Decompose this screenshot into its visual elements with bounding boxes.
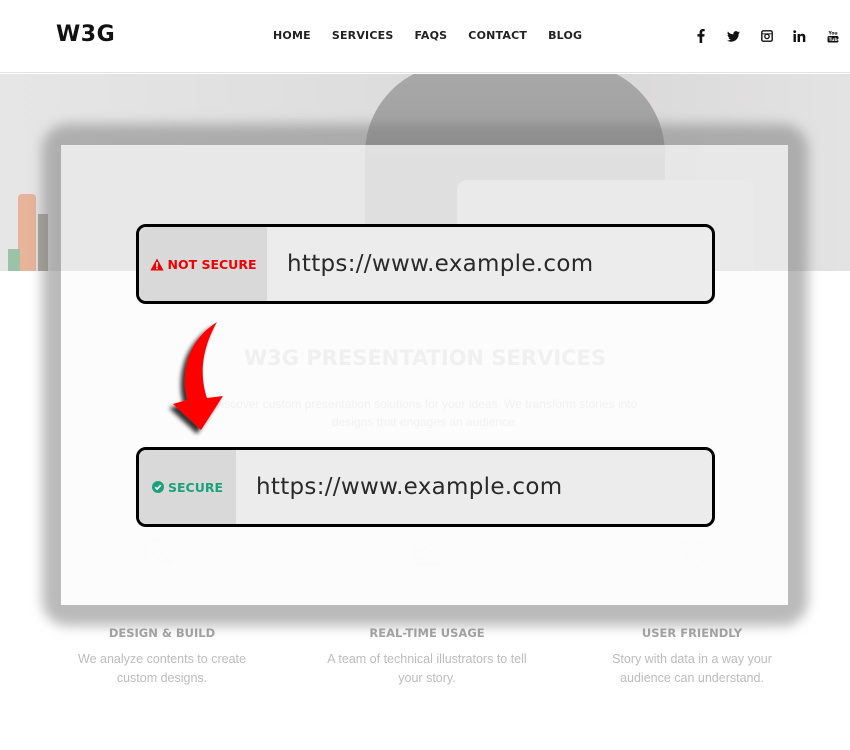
feature-description: A team of technical illustrators to tell…	[327, 652, 527, 685]
url-text[interactable]: https://www.example.com	[236, 450, 712, 524]
feature-description: Story with data in a way your audience c…	[612, 652, 772, 685]
site-header: W3G HOME SERVICES FAQS CONTACT BLOG You T…	[0, 0, 850, 73]
security-status-not-secure: NOT SECURE	[139, 227, 267, 301]
social-links: YouTube	[684, 27, 849, 45]
svg-text:You: You	[827, 30, 837, 36]
feature-title: USER FRIENDLY	[641, 626, 743, 640]
youtube-icon[interactable]: YouTube	[816, 27, 849, 45]
check-circle-icon	[151, 481, 164, 493]
feature-title: DESIGN & BUILD	[108, 626, 216, 640]
instagram-icon[interactable]	[750, 27, 783, 45]
status-label: SECURE	[167, 479, 224, 495]
hero-pencil	[8, 249, 20, 271]
twitter-icon[interactable]	[717, 27, 750, 45]
nav-home[interactable]: HOME	[273, 29, 311, 42]
linkedin-icon[interactable]	[783, 27, 816, 45]
security-status-secure: SECURE	[139, 450, 236, 524]
feature-title: REAL-TIME USAGE	[369, 626, 485, 640]
nav-services[interactable]: SERVICES	[332, 29, 394, 42]
svg-text:Tube: Tube	[828, 37, 838, 43]
warning-triangle-icon	[149, 258, 164, 270]
url-text[interactable]: https://www.example.com	[267, 227, 712, 301]
hero-pencil-cup	[18, 194, 36, 271]
facebook-icon[interactable]	[684, 27, 717, 45]
nav-blog[interactable]: BLOG	[548, 29, 582, 42]
nav-faqs[interactable]: FAQS	[414, 29, 447, 42]
site-logo[interactable]: W3G	[56, 22, 115, 47]
main-nav: HOME SERVICES FAQS CONTACT BLOG	[273, 29, 582, 42]
nav-contact[interactable]: CONTACT	[468, 29, 527, 42]
status-label: NOT SECURE	[167, 256, 257, 272]
curved-arrow-down-icon	[173, 322, 223, 430]
address-bar-not-secure[interactable]: NOT SECURE https://www.example.com	[136, 224, 715, 304]
address-bar-secure[interactable]: SECURE https://www.example.com	[136, 447, 715, 527]
feature-description: We analyze contents to create custom des…	[78, 652, 246, 685]
